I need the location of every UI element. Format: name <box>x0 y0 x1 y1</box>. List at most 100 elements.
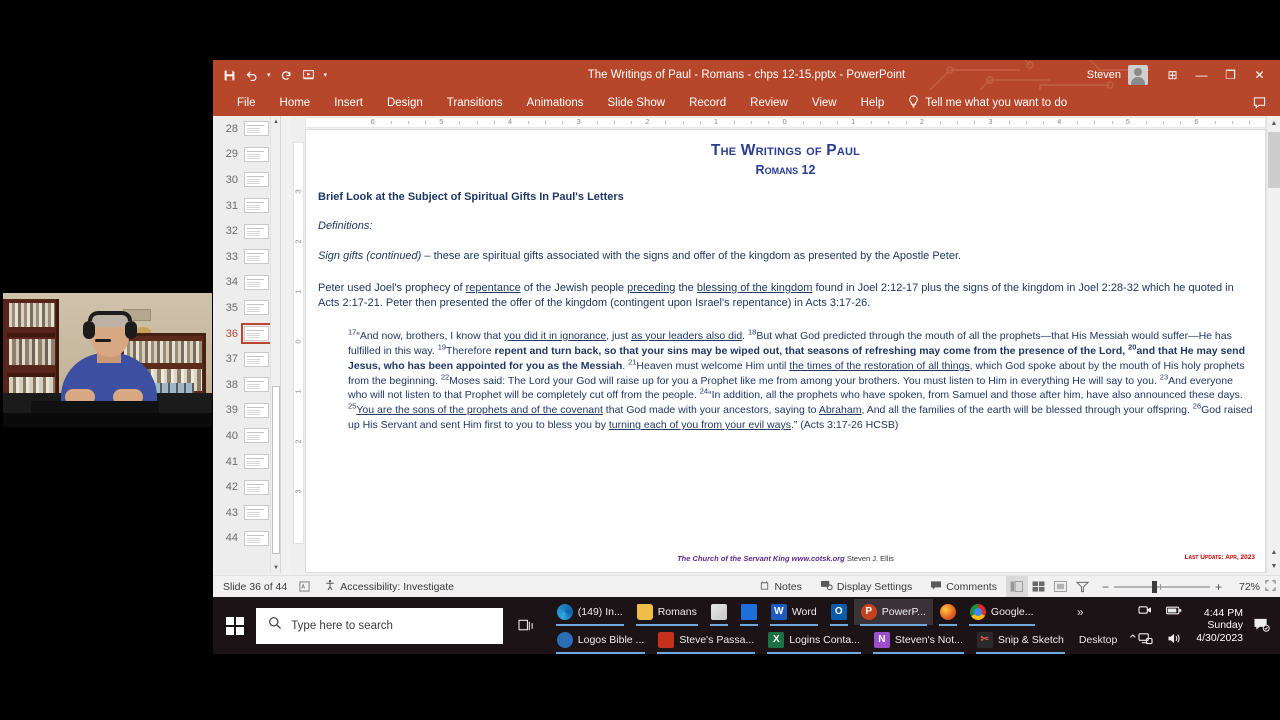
desktop-label[interactable]: Desktop <box>1079 634 1118 646</box>
thumbnail-preview[interactable] <box>244 402 269 418</box>
thumbnail-preview[interactable] <box>244 377 269 393</box>
taskbar-app-logos-bible[interactable]: Logos Bible ... <box>550 627 652 654</box>
taskbar-app-mail[interactable] <box>734 599 764 626</box>
zoom-level-label[interactable]: 72% <box>1230 581 1260 593</box>
tab-home[interactable]: Home <box>268 90 323 116</box>
tab-record[interactable]: Record <box>677 90 738 116</box>
thumbnail-preview[interactable] <box>244 351 269 367</box>
taskbar-app-folder[interactable]: Romans <box>630 599 704 626</box>
avatar[interactable] <box>1128 65 1148 85</box>
user-name[interactable]: Steven <box>1087 69 1121 81</box>
taskbar-app-chrome[interactable]: Google... <box>963 599 1041 626</box>
thumbnail-scroll-up-icon[interactable]: ▲ <box>271 116 280 127</box>
network-icon[interactable] <box>1138 632 1153 648</box>
slide-scrollbar[interactable]: ▲ ▲ ▼ <box>1266 116 1280 573</box>
tab-file[interactable]: File <box>225 90 268 116</box>
link-abraham[interactable]: Abraham <box>819 404 862 416</box>
tab-help[interactable]: Help <box>849 90 897 116</box>
slide-previous-icon[interactable]: ▲ <box>1267 545 1280 559</box>
taskbar-app-microsoft-store[interactable] <box>704 599 734 626</box>
display-settings-button[interactable]: Display Settings <box>811 576 921 598</box>
restore-button[interactable]: ❐ <box>1216 60 1245 90</box>
tab-design[interactable]: Design <box>375 90 435 116</box>
taskbar-overflow-icon[interactable]: » <box>1077 605 1084 619</box>
view-reading-icon[interactable] <box>1050 576 1072 598</box>
thumbnail-preview[interactable] <box>244 172 269 188</box>
taskbar-app-word[interactable]: W Word <box>764 599 824 626</box>
tell-me-box[interactable]: Tell me what you want to do <box>908 95 1067 111</box>
view-slide-show-icon[interactable] <box>1072 576 1094 598</box>
notification-icon[interactable] <box>1253 617 1274 635</box>
accessibility-status[interactable]: Accessibility: Investigate <box>324 579 454 594</box>
slide-thumbnail-pane[interactable]: 28 29 30 31 32 33 34 35 36 37 38 39 40 41 42 43 44 ▲ ▼ <box>213 116 281 573</box>
link-times-of-restoration[interactable]: the times of the restoration of all thin… <box>789 360 969 372</box>
tab-transitions[interactable]: Transitions <box>435 90 515 116</box>
slide-scroll-up-icon[interactable]: ▲ <box>1267 116 1280 130</box>
camera-icon[interactable] <box>1138 604 1152 619</box>
link-preceding[interactable]: preceding <box>627 282 675 294</box>
desktop-chevron-icon[interactable]: ⌃ <box>1127 632 1138 648</box>
thumbnail-preview[interactable] <box>244 198 269 214</box>
thumbnail-preview[interactable] <box>244 121 269 137</box>
thumbnail-preview[interactable] <box>244 274 269 290</box>
zoom-in-button[interactable]: + <box>1215 580 1222 594</box>
close-button[interactable]: ✕ <box>1245 60 1274 90</box>
thumbnail-preview[interactable] <box>241 323 272 345</box>
thumbnail-preview[interactable] <box>244 249 269 265</box>
thumbnail-preview[interactable] <box>244 300 269 316</box>
taskbar-app-onenote[interactable]: N Steven's Not... <box>867 627 970 654</box>
thumbnail-scroll-down-icon[interactable]: ▼ <box>271 562 280 573</box>
tab-slide-show[interactable]: Slide Show <box>596 90 678 116</box>
start-button[interactable] <box>213 597 256 654</box>
slide-body[interactable]: Brief Look at the Subject of Spiritual G… <box>306 191 1265 433</box>
tab-review[interactable]: Review <box>738 90 800 116</box>
taskbar-app-snip-sketch[interactable]: ✂ Snip & Sketch <box>970 627 1071 654</box>
comments-button[interactable]: Comments <box>921 576 1006 598</box>
notes-button[interactable]: Notes <box>750 576 810 598</box>
link-you-did-it-in-ignorance[interactable]: you did it in ignorance <box>504 330 606 342</box>
battery-icon[interactable] <box>1166 605 1182 619</box>
link-as-your-leaders-also-did[interactable]: as your leaders also did <box>631 330 742 342</box>
slide-subtitle[interactable]: Romans 12 <box>306 163 1265 177</box>
link-repentance[interactable]: repentance <box>466 282 521 294</box>
thumbnail-preview[interactable] <box>244 505 269 521</box>
taskbar-app-edge[interactable]: (149) In... <box>550 599 630 626</box>
sign-gifts-paragraph[interactable]: Sign gifts (continued) – these are spiri… <box>318 249 1253 265</box>
definitions-label[interactable]: Definitions: <box>318 220 1253 232</box>
thumbnail-preview[interactable] <box>244 223 269 239</box>
language-icon[interactable] <box>299 581 310 592</box>
thumbnail-preview[interactable] <box>244 146 269 162</box>
minimize-button[interactable]: — <box>1187 60 1216 90</box>
link-blessing-of-the-kingdom[interactable]: blessing of the kingdom <box>697 282 813 294</box>
taskbar-app-pdf[interactable]: Steve's Passa... <box>651 627 761 654</box>
taskbar-app-excel[interactable]: X Logins Conta... <box>761 627 867 654</box>
scripture-quote[interactable]: 17“And now, brothers, I know that you di… <box>348 328 1253 433</box>
thumbnail-preview[interactable] <box>244 428 269 444</box>
clock[interactable]: 4:44 PM Sunday 4/30/2023 <box>1196 607 1243 644</box>
view-normal-icon[interactable] <box>1005 575 1028 598</box>
zoom-slider[interactable]: − + <box>1094 580 1230 594</box>
slide-scroll-thumb[interactable] <box>1268 132 1280 188</box>
ribbon-display-options-icon[interactable]: ⊞ <box>1158 60 1187 90</box>
task-view-icon[interactable] <box>503 597 550 654</box>
search-input[interactable]: Type here to search <box>256 607 503 644</box>
slide-heading[interactable]: Brief Look at the Subject of Spiritual G… <box>318 191 1253 203</box>
thumbnail-preview[interactable] <box>244 479 269 495</box>
link-sons-of-the-prophets[interactable]: You are the sons of the prophets and of … <box>356 404 603 416</box>
thumbnail-scrollbar[interactable]: ▲ ▼ <box>270 116 280 573</box>
tab-animations[interactable]: Animations <box>515 90 596 116</box>
thumbnail-preview[interactable] <box>244 530 269 546</box>
taskbar-app-firefox[interactable] <box>933 599 963 626</box>
zoom-knob[interactable] <box>1151 580 1157 593</box>
zoom-out-button[interactable]: − <box>1102 580 1109 594</box>
taskbar-app-powerpoint[interactable]: P PowerP... <box>853 598 933 626</box>
thumbnail-preview[interactable] <box>244 454 269 470</box>
fit-to-window-icon[interactable] <box>1260 579 1280 594</box>
slide-editing-surface[interactable]: The Writings of Paul Romans 12 Brief Loo… <box>305 129 1266 573</box>
tab-view[interactable]: View <box>800 90 849 116</box>
zoom-track[interactable] <box>1113 580 1210 593</box>
link-turning-from-evil-ways[interactable]: turning each of you from your evil ways <box>609 419 791 431</box>
slide-scroll-down-icon[interactable]: ▼ <box>1267 559 1280 573</box>
peter-paragraph[interactable]: Peter used Joel's prophecy of repentance… <box>318 281 1253 312</box>
taskbar-app-outlook[interactable]: O <box>824 599 854 626</box>
